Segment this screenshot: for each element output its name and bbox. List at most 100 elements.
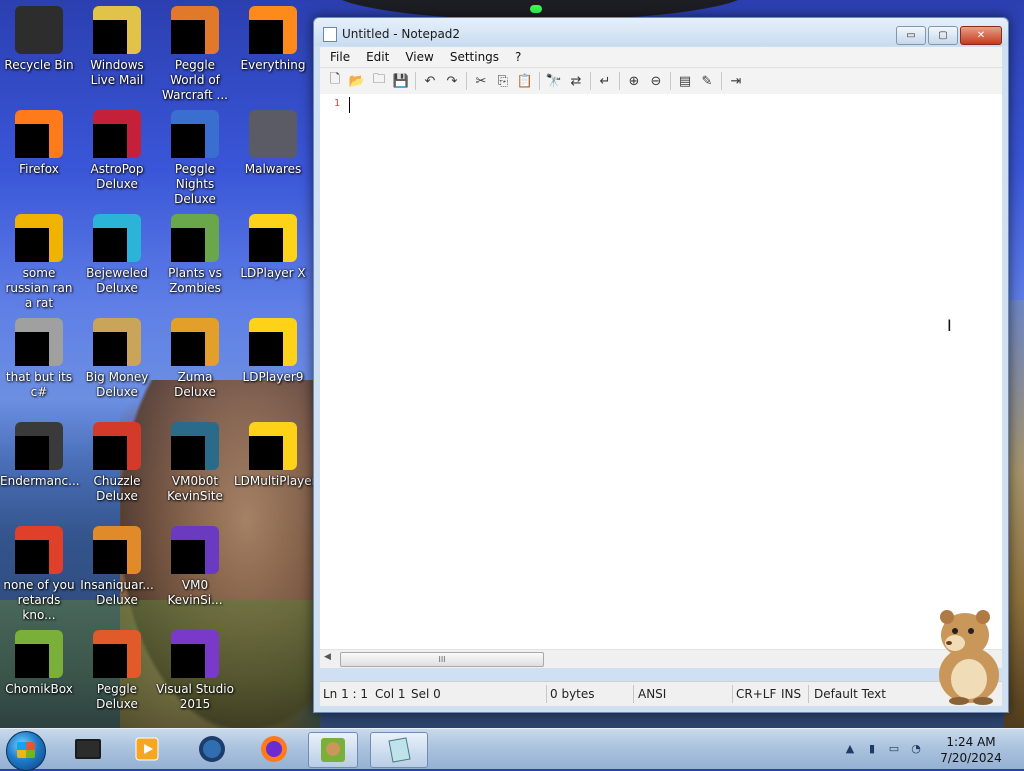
desktop-icon-image [249,318,297,366]
save-icon[interactable]: 💾 [390,71,412,91]
scheme-icon[interactable]: ▤ [674,71,696,91]
status-line-endings: CR+LF [736,687,777,701]
tray-devices-icon[interactable]: ▮ [865,742,879,756]
desktop-icon[interactable]: Bejeweled Deluxe [78,208,156,296]
desktop-icon-image [15,110,63,158]
desktop-icon-label: Big Money Deluxe [85,370,149,399]
desktop-icon-label: AstroPop Deluxe [90,162,144,191]
browse-icon[interactable]: 🗀 [368,71,390,91]
horizontal-scrollbar[interactable]: ◀ III [320,649,1002,668]
window-title: Untitled - Notepad2 [342,27,461,41]
desktop-icon[interactable]: Firefox [0,104,78,177]
word-wrap-icon[interactable]: ↵ [594,71,616,91]
taskbar-browser-globe-button[interactable] [188,732,236,766]
desktop-icon[interactable]: Visual Studio 2015 [156,624,234,712]
desktop-icon[interactable]: LDMultiPlayer [234,416,317,489]
icon-graphic [15,6,63,54]
notepad-window[interactable]: Untitled - Notepad2 ▭ ▢ ✕ File Edit View… [313,17,1009,713]
undo-icon[interactable]: ↶ [419,71,441,91]
chomikbox-icon [321,738,345,762]
redo-icon[interactable]: ↷ [441,71,463,91]
redaction-box [15,436,49,470]
redaction-box [171,228,205,262]
desktop-icon[interactable]: Peggle Nights Deluxe [156,104,234,207]
find-icon[interactable]: 🔭 [543,71,565,91]
tray-network-icon[interactable]: ◔ [909,742,923,756]
desktop-icon-label: ChomikBox [5,682,73,696]
title-bar[interactable]: Untitled - Notepad2 ▭ ▢ ✕ [314,18,1008,46]
desktop-icon[interactable]: Peggle World of Warcraft ... [156,0,234,103]
taskbar: ▲ ▮ ▭ ◔ 1:24 AM 7/20/2024 [0,728,1024,771]
desktop-icon[interactable]: Insaniquar... Deluxe [78,520,156,608]
desktop-icon[interactable]: none of you retards kno... [0,520,78,623]
desktop-icon[interactable]: Windows Live Mail [78,0,156,88]
open-folder-icon[interactable]: 📂 [346,71,368,91]
clock-time: 1:24 AM [946,735,996,749]
hamster-pet-icon[interactable] [925,605,1007,705]
desktop-icon-image [15,526,63,574]
desktop-icon[interactable]: VM0 KevinSi... [156,520,234,608]
toolbar-separator [539,72,540,90]
desktop-icon[interactable]: ChomikBox [0,624,78,697]
desktop-icon[interactable]: Endermanc... [0,416,80,489]
new-file-icon[interactable]: 🗋 [324,71,346,91]
start-button[interactable] [6,731,46,771]
text-editor[interactable]: 1 I ◀ III [320,94,1002,668]
redaction-box [93,124,127,158]
desktop-icon[interactable]: that but its c# [0,312,78,400]
customize-icon[interactable]: ✎ [696,71,718,91]
copy-icon[interactable]: ⎘ [492,71,514,91]
window-controls: ▭ ▢ ✕ [896,26,1002,45]
zoom-in-icon[interactable]: ⊕ [623,71,645,91]
menu-edit[interactable]: Edit [358,50,397,64]
maximize-button[interactable]: ▢ [928,26,958,45]
desktop-icon-label: LDMultiPlayer [234,474,317,488]
desktop-icon[interactable]: some russian ran a rat [0,208,78,311]
tray-chevron-icon[interactable]: ▲ [843,742,857,756]
taskbar-media-player-button[interactable] [124,732,172,766]
desktop-icon[interactable]: Plants vs Zombies [156,208,234,296]
cut-icon[interactable]: ✂ [470,71,492,91]
close-button[interactable]: ✕ [960,26,1002,45]
toolbar-separator [619,72,620,90]
redaction-box [171,644,205,678]
menu-settings[interactable]: Settings [442,50,507,64]
desktop-icon[interactable]: Zuma Deluxe [156,312,234,400]
redaction-box [15,540,49,574]
terminal-icon [75,739,101,759]
desktop-icon[interactable]: LDPlayer X [234,208,312,281]
zoom-out-icon[interactable]: ⊖ [645,71,667,91]
notepad-app-icon[interactable] [323,27,337,42]
replace-icon[interactable]: ⇄ [565,71,587,91]
desktop-icon-label: Chuzzle Deluxe [93,474,141,503]
desktop-icon[interactable]: Big Money Deluxe [78,312,156,400]
desktop-icon[interactable]: Peggle Deluxe [78,624,156,712]
tray-monitor-icon[interactable]: ▭ [887,742,901,756]
redaction-box [15,644,49,678]
taskbar-chomikbox-button[interactable] [308,732,358,768]
desktop-icon[interactable]: Everything [234,0,312,73]
desktop-icon[interactable]: VM0b0t KevinSite [156,416,234,504]
taskbar-firefox-button[interactable] [250,732,298,766]
minimize-button[interactable]: ▭ [896,26,926,45]
menu-view[interactable]: View [397,50,441,64]
status-position: Ln 1 : 1 [323,687,369,701]
desktop-icon[interactable]: Malwares [234,104,312,177]
desktop-icon[interactable]: AstroPop Deluxe [78,104,156,192]
scroll-left-icon[interactable]: ◀ [324,652,331,662]
desktop-icon[interactable]: LDPlayer9 [234,312,312,385]
scrollbar-thumb[interactable]: III [340,652,544,667]
taskbar-clock[interactable]: 1:24 AM 7/20/2024 [936,734,1006,766]
exit-icon[interactable]: ⇥ [725,71,747,91]
desktop-icon[interactable]: Recycle Bin [0,0,78,73]
menu-file[interactable]: File [322,50,358,64]
paste-icon[interactable]: 📋 [514,71,536,91]
desktop-icon-label: Zuma Deluxe [174,370,216,399]
status-selection: Sel 0 [411,687,441,701]
desktop-icon[interactable]: Chuzzle Deluxe [78,416,156,504]
desktop-icon-image [171,526,219,574]
menu-help[interactable]: ? [507,50,529,64]
taskbar-terminal-button[interactable] [64,732,112,766]
taskbar-notepad2-button[interactable] [370,732,428,768]
desktop-icon-image [15,630,63,678]
